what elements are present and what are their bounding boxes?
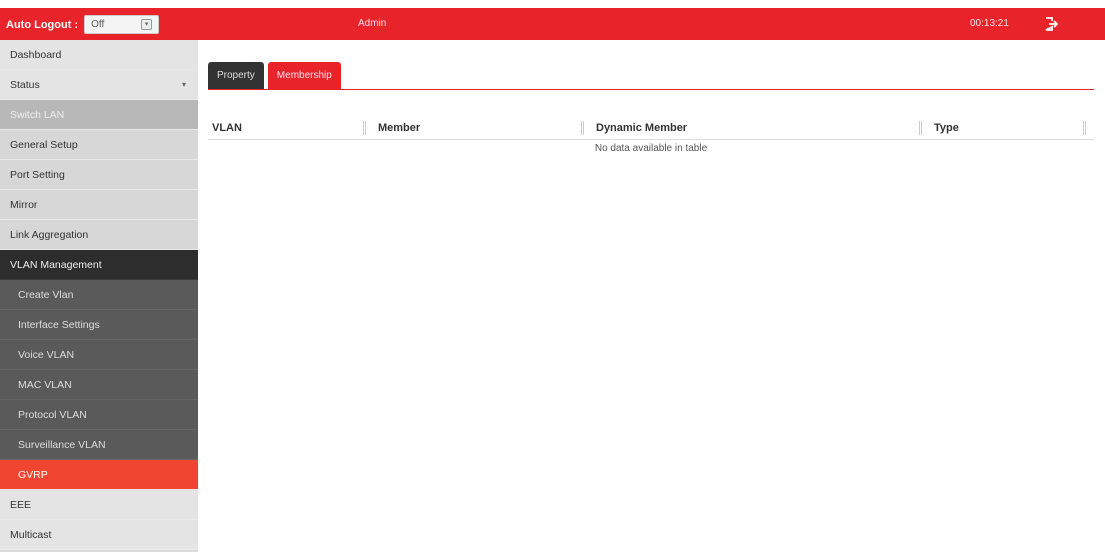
sidebar-item-port-setting[interactable]: Port Setting [0,160,198,190]
sort-icon [919,121,922,135]
tab-underline [208,89,1094,90]
column-header-member[interactable]: Member [374,118,592,139]
top-bar: Auto Logout : Off ▾ Admin 00:13:21 [0,8,1105,40]
sidebar-item-label: General Setup [10,139,78,151]
sidebar-item-label: Port Setting [10,169,65,181]
sidebar-item-link-aggregation[interactable]: Link Aggregation [0,220,198,250]
main-content: Property Membership VLAN Member Dynamic … [198,40,1105,552]
sidebar-item-dashboard[interactable]: Dashboard [0,40,198,70]
auto-logout-label: Auto Logout : [6,18,79,31]
column-label: Type [934,122,959,134]
sidebar-item-label: Status [10,79,40,91]
column-label: Dynamic Member [596,122,688,134]
sidebar-item-voice-vlan[interactable]: Voice VLAN [0,340,198,370]
sidebar-item-label: Interface Settings [18,319,100,331]
sidebar-item-label: Surveillance VLAN [18,439,106,451]
sidebar-item-multicast[interactable]: Multicast [0,520,198,550]
column-label: Member [378,122,421,134]
session-time: 00:13:21 [970,18,1009,29]
logout-icon[interactable] [1043,16,1059,32]
column-header-dynamic-member[interactable]: Dynamic Member [592,118,930,139]
sidebar-item-label: Mirror [10,199,38,211]
membership-table: VLAN Member Dynamic Member Type No data … [208,118,1094,157]
sidebar-item-surveillance-vlan[interactable]: Surveillance VLAN [0,430,198,460]
sidebar-item-label: Multicast [10,529,52,541]
sidebar-item-label: Voice VLAN [18,349,75,361]
column-header-vlan[interactable]: VLAN [208,118,374,139]
sidebar-item-label: Create Vlan [18,289,74,301]
column-header-type[interactable]: Type [930,118,1094,139]
sort-icon [1083,121,1086,135]
sort-icon [363,121,366,135]
table-header: VLAN Member Dynamic Member Type [208,118,1094,140]
sidebar-item-protocol-vlan[interactable]: Protocol VLAN [0,400,198,430]
sidebar-item-mirror[interactable]: Mirror [0,190,198,220]
sidebar-item-gvrp[interactable]: GVRP [0,460,198,490]
sidebar-item-vlan-management[interactable]: VLAN Management [0,250,198,280]
sidebar-item-label: Protocol VLAN [18,409,87,421]
sidebar-item-mac-vlan[interactable]: MAC VLAN [0,370,198,400]
sidebar-item-switch-lan[interactable]: Switch LAN [0,100,198,130]
sidebar: Dashboard Status ▾ Switch LAN General Set… [0,40,198,552]
sidebar-item-label: Dashboard [10,49,62,61]
auto-logout-select[interactable]: Off ▾ [84,15,160,34]
tab-property[interactable]: Property [208,62,264,90]
current-user: Admin [358,18,387,29]
sidebar-item-general-setup[interactable]: General Setup [0,130,198,160]
sidebar-item-label: VLAN Management [10,259,102,271]
chevron-down-icon: ▾ [181,80,186,89]
table-empty-message: No data available in table [594,143,708,154]
tab-membership[interactable]: Membership [267,62,341,90]
sidebar-item-create-vlan[interactable]: Create Vlan [0,280,198,310]
sort-icon [581,121,584,135]
sidebar-item-label: MAC VLAN [18,379,72,391]
chevron-down-icon: ▾ [141,19,153,30]
auto-logout-value: Off [91,19,105,30]
tab-bar: Property Membership [208,62,341,90]
sidebar-item-label: Link Aggregation [10,229,89,241]
sidebar-item-status[interactable]: Status ▾ [0,70,198,100]
auto-logout: Auto Logout : Off ▾ [6,15,160,34]
sidebar-item-label: EEE [10,499,32,511]
sidebar-item-interface-settings[interactable]: Interface Settings [0,310,198,340]
column-label: VLAN [212,122,242,134]
sidebar-item-eee[interactable]: EEE [0,490,198,520]
sidebar-item-label: Switch LAN [10,109,65,121]
sidebar-item-label: GVRP [18,469,48,481]
